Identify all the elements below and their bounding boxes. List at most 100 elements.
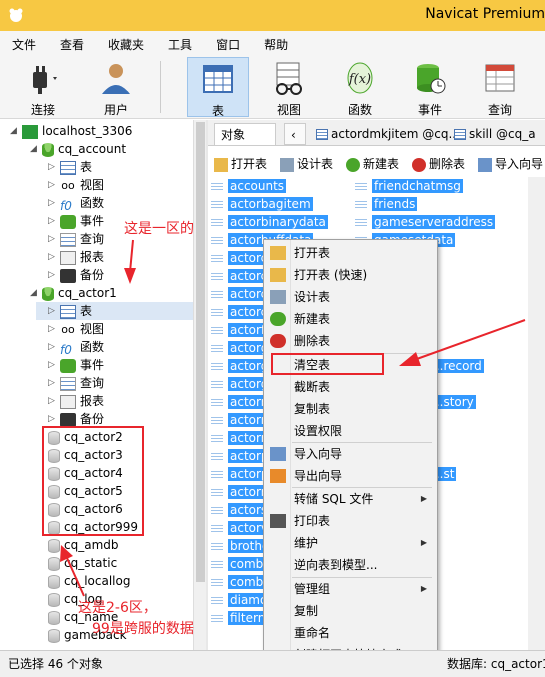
menu-item-import-wizard[interactable]: 导入向导: [264, 443, 437, 465]
table-item[interactable]: actorc: [210, 286, 270, 303]
menu-item-permissions[interactable]: 设置权限: [264, 420, 437, 442]
context-menu: 打开表 打开表 (快速) 设计表 新建表 删除表 清空表 截断表 复制表 设置权…: [263, 239, 438, 677]
table-item[interactable]: actorbagitem: [210, 196, 313, 213]
table-item[interactable]: actorf: [210, 322, 268, 339]
tree-item-functions[interactable]: ▷ f0 函数: [48, 338, 104, 357]
menu-item-copy[interactable]: 复制: [264, 600, 437, 622]
list-scrollbar[interactable]: [528, 177, 545, 650]
menu-item-maintain[interactable]: 维护 ▶: [264, 532, 437, 554]
tab-skill[interactable]: skill @cq_a: [448, 123, 542, 145]
menu-window[interactable]: 窗口: [204, 31, 252, 55]
tree-item-queries[interactable]: ▷ 查询: [48, 230, 104, 248]
tree-db[interactable]: cq_amdb: [48, 536, 119, 554]
menu-file[interactable]: 文件: [0, 31, 48, 55]
tree-item-events[interactable]: ▷ 事件: [48, 212, 104, 230]
table-item[interactable]: ...record: [430, 358, 484, 375]
menu-item-new-table[interactable]: 新建表: [264, 308, 437, 330]
table-item[interactable]: actorc: [210, 304, 270, 321]
menu-favorites[interactable]: 收藏夹: [96, 31, 156, 55]
tree-item-queries[interactable]: ▷ 查询: [48, 374, 104, 392]
table-item[interactable]: actorr: [210, 484, 268, 501]
tab-objects[interactable]: 对象: [214, 123, 276, 145]
menu-item-open-table-fast[interactable]: 打开表 (快速): [264, 264, 437, 286]
backup-icon: [60, 268, 76, 283]
import-wizard-button[interactable]: 导入向导: [478, 155, 543, 173]
table-item[interactable]: actorg: [210, 340, 271, 357]
menu-item-export-wizard[interactable]: 导出向导: [264, 465, 437, 487]
table-item[interactable]: actorbinarydata: [210, 214, 328, 231]
tree-item-views[interactable]: ▷ oo 视图: [48, 320, 104, 338]
table-item[interactable]: actorc: [210, 268, 270, 285]
table-item[interactable]: friendchatmsg: [354, 178, 463, 195]
table-item[interactable]: actorg: [210, 376, 271, 393]
menu-item-print-table[interactable]: 打印表: [264, 510, 437, 532]
table-item[interactable]: actorp: [210, 448, 271, 465]
design-table-button[interactable]: 设计表: [280, 155, 333, 173]
annotation-area1: 这是一区的: [124, 221, 194, 237]
table-item[interactable]: accounts: [210, 178, 287, 195]
query-icon: [60, 376, 76, 391]
tab-bar: 对象 ‹ actordmkjitem @cq... skill @cq_a: [208, 120, 545, 146]
menu-item-reverse-to-model[interactable]: 逆向表到模型...: [264, 554, 437, 576]
tree-item-functions[interactable]: ▷ f0 函数: [48, 194, 104, 213]
plug-icon: [33, 66, 57, 94]
tree-item-tables-selected[interactable]: ▷ 表: [36, 302, 193, 320]
tree-db[interactable]: cq_locallog: [48, 572, 130, 590]
table-button[interactable]: 表: [187, 57, 249, 118]
object-toolbar: 打开表 设计表 新建表 删除表 导入向导: [208, 151, 545, 177]
menu-tools[interactable]: 工具: [156, 31, 204, 55]
view-button[interactable]: 视图: [258, 57, 320, 117]
tab-actordmkjitem[interactable]: actordmkjitem @cq...: [310, 123, 466, 145]
chevron-down-icon[interactable]: ◢: [30, 284, 42, 302]
table-item[interactable]: actorp: [210, 466, 271, 483]
tree-connection[interactable]: ◢ localhost_3306: [10, 122, 132, 140]
database-icon: [48, 610, 60, 625]
annotation-area2-line2: 99是跨服的数据: [92, 621, 194, 637]
event-button[interactable]: 事件: [399, 57, 461, 117]
function-button[interactable]: f(x) 函数: [329, 57, 391, 117]
function-icon: f0: [60, 198, 72, 213]
menu-view[interactable]: 查看: [48, 31, 96, 55]
tree-db-cq-account[interactable]: ◢ cq_account: [30, 140, 126, 158]
delete-table-button[interactable]: 删除表: [412, 155, 465, 173]
connect-button[interactable]: 连接: [12, 57, 74, 117]
table-item[interactable]: gameserveraddress: [354, 214, 496, 231]
table-item[interactable]: actorc: [210, 250, 270, 267]
menu-item-dump-sql[interactable]: 转储 SQL 文件 ▶: [264, 488, 437, 510]
user-button[interactable]: 用户: [85, 57, 147, 117]
menu-item-design-table[interactable]: 设计表: [264, 286, 437, 308]
table-item[interactable]: actorg: [210, 358, 271, 375]
tree-item-tables[interactable]: ▷ 表: [48, 158, 92, 176]
submenu-arrow-icon: ▶: [420, 538, 427, 547]
menu-item-open-table[interactable]: 打开表: [264, 242, 437, 264]
view-icon: [276, 62, 302, 95]
menu-item-truncate-table[interactable]: 截断表: [264, 376, 437, 398]
tab-scroll-left-button[interactable]: ‹: [284, 123, 306, 145]
tree-db[interactable]: cq_static: [48, 554, 117, 572]
menu-item-rename[interactable]: 重命名: [264, 622, 437, 644]
function-icon: f0: [60, 342, 72, 357]
menu-help[interactable]: 帮助: [252, 31, 300, 55]
menu-item-delete-table[interactable]: 删除表: [264, 330, 437, 352]
menu-item-manage-group[interactable]: 管理组 ▶: [264, 578, 437, 600]
tree-item-reports[interactable]: ▷ 报表: [48, 392, 104, 410]
scrollbar-thumb[interactable]: [196, 122, 205, 582]
table-item[interactable]: diamo: [210, 592, 270, 609]
query-button[interactable]: 查询: [469, 57, 531, 117]
database-icon: [48, 574, 60, 589]
table-item[interactable]: actorv: [210, 520, 271, 537]
tree-item-reports[interactable]: ▷ 报表: [48, 248, 104, 266]
tree-item-backups[interactable]: ▷ 备份: [48, 266, 104, 284]
new-table-button[interactable]: 新建表: [346, 155, 399, 173]
tree-item-events[interactable]: ▷ 事件: [48, 356, 104, 374]
toolbar-separator: [160, 61, 161, 113]
table-item[interactable]: friends: [354, 196, 418, 213]
open-table-button[interactable]: 打开表: [214, 155, 267, 173]
table-item[interactable]: actors: [210, 502, 270, 519]
menu-item-copy-table[interactable]: 复制表: [264, 398, 437, 420]
tree-db-cq-actor1[interactable]: ◢ cq_actor1: [30, 284, 117, 302]
tree-scrollbar[interactable]: [193, 120, 206, 650]
tree-item-views[interactable]: ▷ oo 视图: [48, 176, 104, 194]
chevron-down-icon[interactable]: ◢: [10, 122, 22, 140]
chevron-down-icon[interactable]: ◢: [30, 140, 42, 158]
